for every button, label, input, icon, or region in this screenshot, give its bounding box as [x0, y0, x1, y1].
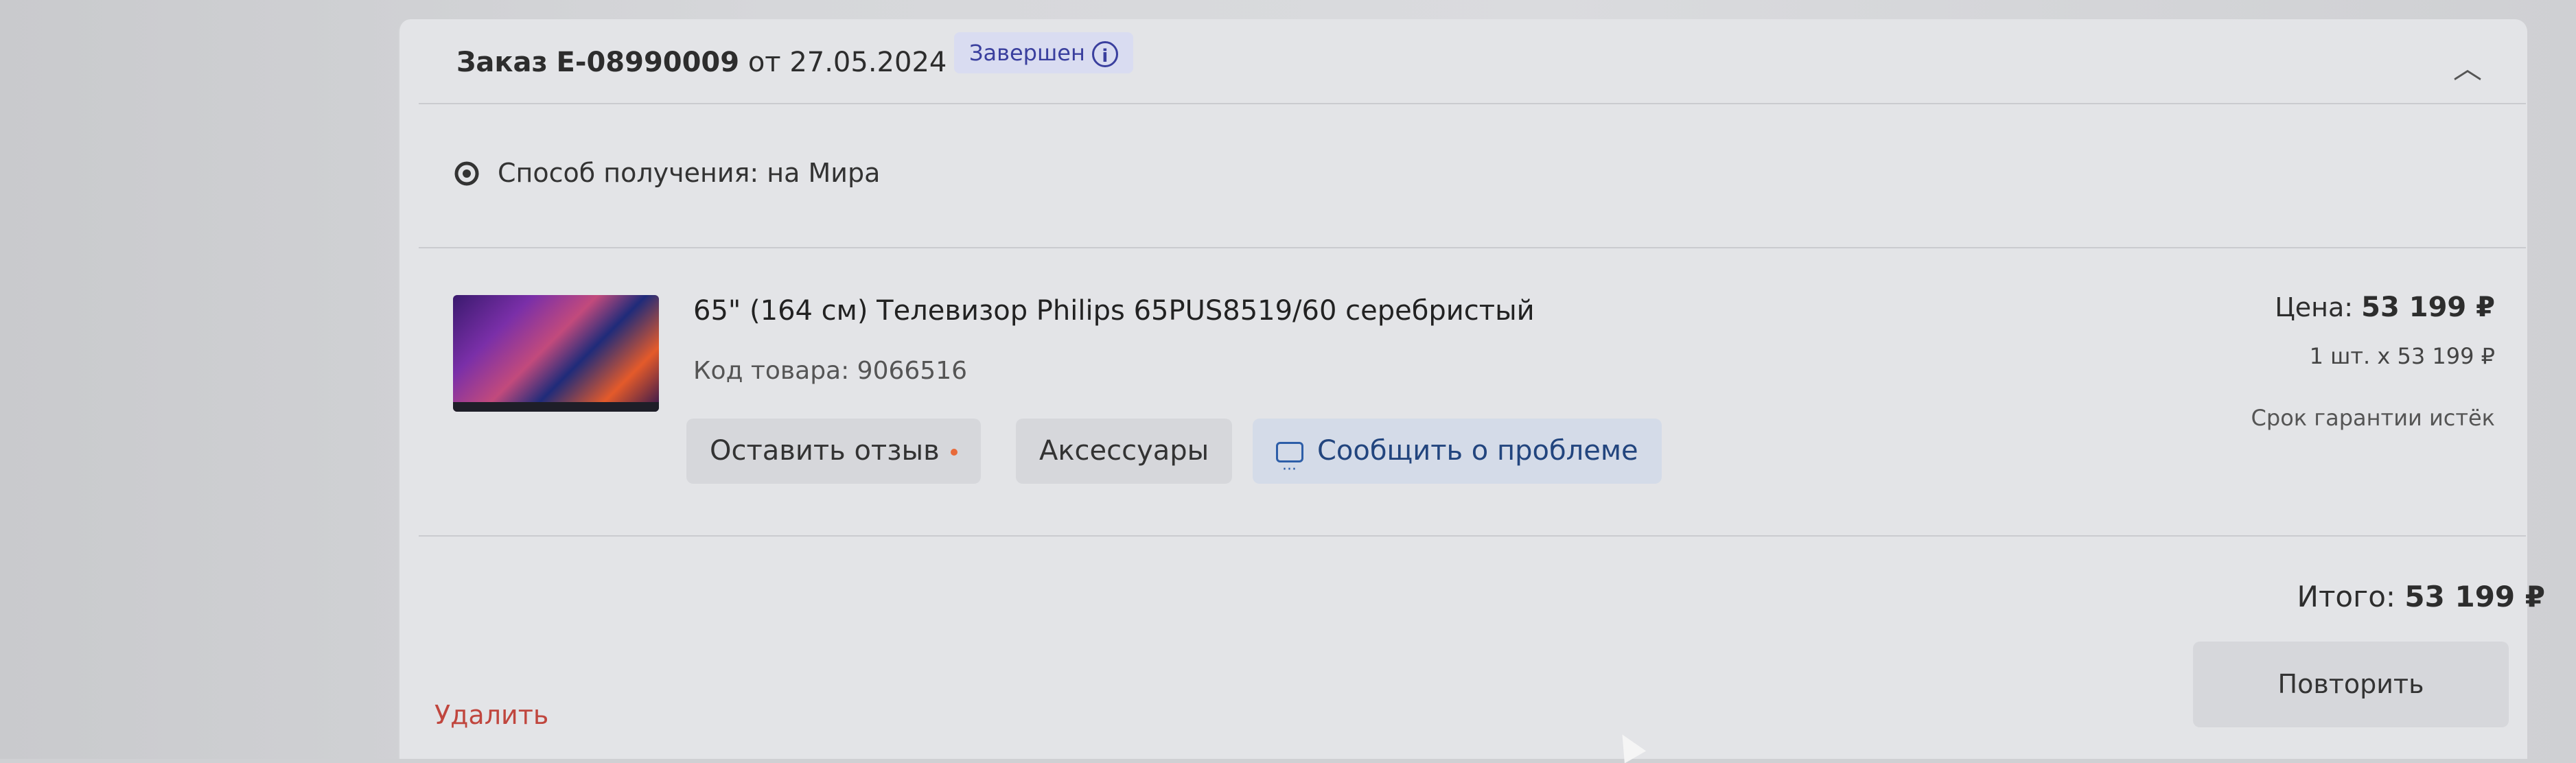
status-badge[interactable]: Завершен i: [954, 32, 1133, 73]
leave-review-button[interactable]: Оставить отзыв: [686, 419, 981, 484]
chevron-up-icon[interactable]: ︿: [2447, 48, 2488, 89]
status-label: Завершен: [969, 40, 1085, 66]
accessories-button[interactable]: Аксессуары: [1016, 419, 1233, 484]
location-pin-icon: [454, 161, 479, 186]
delete-order-link[interactable]: Удалить: [434, 700, 548, 730]
order-title: Заказ E-08990009 от 27.05.2024: [456, 47, 947, 78]
total-value: 53 199 ₽: [2404, 580, 2545, 613]
chat-icon: [1276, 437, 1303, 502]
warranty-status: Срок гарантии истёк: [2251, 405, 2495, 431]
leave-review-label: Оставить отзыв: [710, 435, 940, 467]
total-label: Итого:: [2297, 580, 2396, 613]
order-header[interactable]: Заказ E-08990009 от 27.05.2024 Завершен i…: [419, 27, 2526, 104]
quantity-info: 1 шт. x 53 199 ₽: [2309, 343, 2495, 369]
product-price: Цена: 53 199 ₽: [2275, 292, 2495, 323]
price-value: 53 199 ₽: [2361, 292, 2495, 323]
report-problem-button[interactable]: Сообщить о проблеме: [1253, 419, 1662, 502]
product-code: Код товара: 9066516: [693, 357, 968, 385]
info-icon[interactable]: i: [1091, 41, 1118, 67]
notification-dot-icon: [950, 449, 958, 456]
delivery-method: Способ получения: на Мира: [498, 158, 881, 188]
order-date: от 27.05.2024: [747, 47, 947, 78]
order-number: E-08990009: [556, 47, 740, 78]
delivery-section: Способ получения: на Мира: [419, 103, 2526, 248]
report-problem-label: Сообщить о проблеме: [1317, 435, 1638, 467]
accessories-label: Аксессуары: [1039, 435, 1209, 467]
product-image[interactable]: [453, 295, 659, 412]
order-total: Итого: 53 199 ₽: [2297, 580, 2545, 613]
repeat-order-button[interactable]: Повторить: [2193, 642, 2509, 727]
order-prefix: Заказ: [456, 47, 548, 78]
product-name-link[interactable]: 65" (164 см) Телевизор Philips 65PUS8519…: [693, 295, 1535, 327]
price-label: Цена:: [2275, 292, 2354, 322]
product-row: 65" (164 см) Телевизор Philips 65PUS8519…: [419, 247, 2526, 537]
